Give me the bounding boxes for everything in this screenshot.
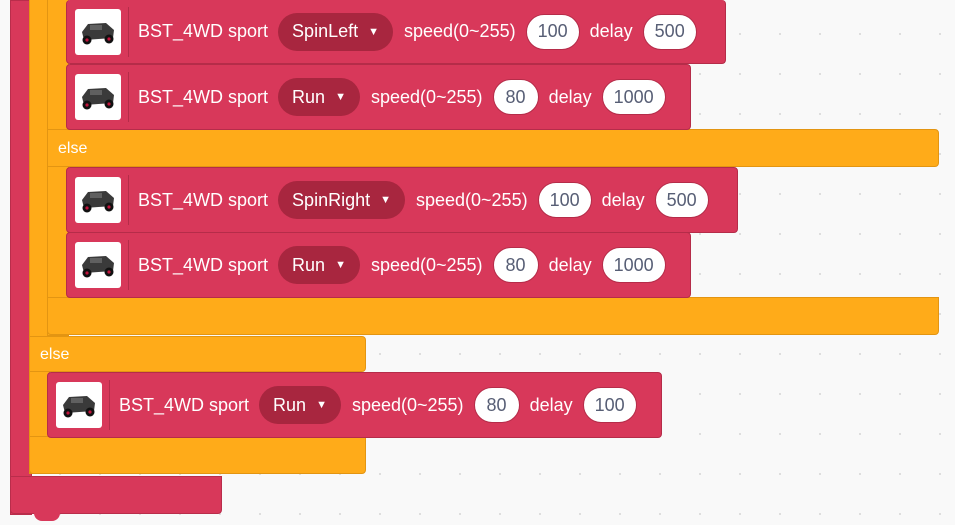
delay-input[interactable]: 100 xyxy=(582,387,637,423)
mode-value: SpinLeft xyxy=(292,21,359,41)
speed-input[interactable]: 100 xyxy=(525,13,580,50)
robot-car-icon xyxy=(56,382,102,428)
speed-input[interactable]: 80 xyxy=(492,79,539,115)
mode-value: Run xyxy=(273,394,307,415)
block-separator xyxy=(128,6,129,57)
outer-if-bottom[interactable] xyxy=(29,436,366,474)
else-label-outer: else xyxy=(40,346,70,363)
robot-car-icon xyxy=(75,242,121,288)
robot-car-icon xyxy=(75,177,121,223)
dropdown-arrow-icon: ▼ xyxy=(380,194,391,206)
mode-dropdown[interactable]: Run ▼ xyxy=(278,246,360,284)
block-separator xyxy=(109,380,110,430)
speed-label: speed(0~255) xyxy=(415,189,528,210)
delay-label: delay xyxy=(589,21,633,41)
mode-dropdown[interactable]: SpinLeft ▼ xyxy=(278,12,393,51)
motion-block-run-1[interactable]: BST_4WD sport Run ▼ speed(0~255) 80 delay… xyxy=(66,64,691,130)
motion-block-spinleft[interactable]: BST_4WD sport SpinLeft ▼ speed(0~255) 100… xyxy=(66,0,726,64)
delay-label: delay xyxy=(548,254,592,275)
motion-block-run-3[interactable]: BST_4WD sport Run ▼ speed(0~255) 80 delay… xyxy=(47,372,662,438)
motion-block-run-2[interactable]: BST_4WD sport Run ▼ speed(0~255) 80 delay… xyxy=(66,232,691,298)
motion-block-spinright[interactable]: BST_4WD sport SpinRight ▼ speed(0~255) 10… xyxy=(66,167,738,233)
robot-car-icon xyxy=(75,74,121,120)
outer-loop-bottom[interactable] xyxy=(10,476,222,514)
mode-value: SpinRight xyxy=(292,189,371,210)
inner-else-bar[interactable] xyxy=(47,129,939,167)
delay-label: delay xyxy=(601,189,645,210)
dropdown-arrow-icon: ▼ xyxy=(368,25,379,38)
delay-input[interactable]: 500 xyxy=(642,13,697,50)
speed-input[interactable]: 100 xyxy=(537,182,592,218)
mode-dropdown[interactable]: Run ▼ xyxy=(259,386,341,424)
dropdown-arrow-icon: ▼ xyxy=(335,91,346,103)
speed-label: speed(0~255) xyxy=(404,21,516,41)
inner-if-bottom[interactable] xyxy=(47,297,939,335)
robot-car-icon xyxy=(75,8,121,55)
block-prefix: BST_4WD sport xyxy=(119,394,250,415)
dropdown-arrow-icon: ▼ xyxy=(316,399,327,411)
block-prefix: BST_4WD sport xyxy=(138,254,269,275)
delay-label: delay xyxy=(529,394,573,415)
speed-input[interactable]: 80 xyxy=(473,387,520,423)
else-label-inner: else xyxy=(58,140,88,157)
speed-label: speed(0~255) xyxy=(370,86,483,107)
delay-label: delay xyxy=(548,86,592,107)
speed-label: speed(0~255) xyxy=(370,254,483,275)
block-separator xyxy=(128,175,129,225)
outer-else-bar[interactable] xyxy=(29,336,366,372)
mode-dropdown[interactable]: Run ▼ xyxy=(278,78,360,116)
mode-value: Run xyxy=(292,86,326,107)
speed-label: speed(0~255) xyxy=(351,394,464,415)
delay-input[interactable]: 1000 xyxy=(601,79,666,115)
block-separator xyxy=(128,72,129,122)
dropdown-arrow-icon: ▼ xyxy=(335,259,346,271)
speed-input[interactable]: 80 xyxy=(492,247,539,283)
block-prefix: BST_4WD sport xyxy=(138,86,269,107)
delay-input[interactable]: 1000 xyxy=(601,247,666,283)
mode-dropdown[interactable]: SpinRight ▼ xyxy=(278,181,405,219)
mode-value: Run xyxy=(292,254,326,275)
block-prefix: BST_4WD sport xyxy=(138,21,269,41)
block-prefix: BST_4WD sport xyxy=(138,189,269,210)
delay-input[interactable]: 500 xyxy=(654,182,709,218)
outer-loop-notch xyxy=(34,512,60,521)
block-separator xyxy=(128,240,129,290)
